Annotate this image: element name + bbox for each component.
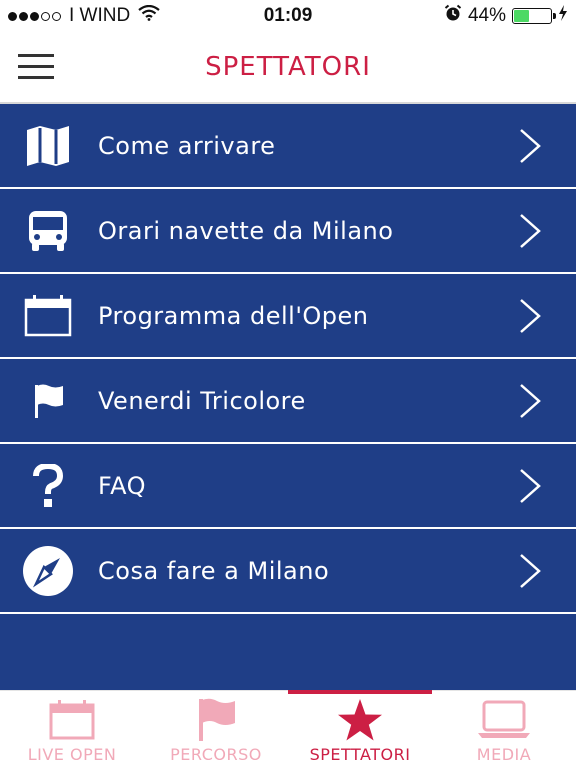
- battery-percent: 44%: [467, 5, 506, 26]
- spectator-menu: Come arrivare Orari navette da Milano Pr…: [0, 104, 576, 690]
- menu-item-label: Venerdi Tricolore: [98, 386, 306, 415]
- calendar-icon: [0, 697, 144, 743]
- menu-item-label: Come arrivare: [98, 131, 276, 160]
- page-title: SPETTATORI: [205, 52, 371, 82]
- tab-live-open[interactable]: LIVE OPEN: [0, 691, 144, 769]
- menu-item-come-arrivare[interactable]: Come arrivare: [0, 104, 576, 189]
- flag-icon: [22, 377, 74, 425]
- menu-item-orari-navette[interactable]: Orari navette da Milano: [0, 189, 576, 274]
- chevron-right-icon: [518, 383, 542, 419]
- compass-icon: [22, 545, 74, 596]
- chevron-right-icon: [518, 298, 542, 334]
- menu-item-label: Orari navette da Milano: [98, 216, 394, 245]
- menu-item-faq[interactable]: FAQ: [0, 444, 576, 529]
- bottom-tab-bar: LIVE OPEN PERCORSO SPETTATORI MEDIA: [0, 690, 576, 768]
- menu-item-programma[interactable]: Programma dell'Open: [0, 274, 576, 359]
- status-right: 44%: [444, 4, 568, 28]
- tab-media[interactable]: MEDIA: [432, 691, 576, 769]
- status-bar: I WIND 01:09 44%: [0, 0, 576, 32]
- laptop-icon: [432, 697, 576, 743]
- star-icon: [288, 697, 432, 743]
- chevron-right-icon: [518, 213, 542, 249]
- chevron-right-icon: [518, 553, 542, 589]
- menu-item-venerdi-tricolore[interactable]: Venerdi Tricolore: [0, 359, 576, 444]
- flag-icon: [144, 697, 288, 743]
- battery-fill: [514, 10, 529, 22]
- question-icon: [22, 462, 74, 510]
- map-icon: [22, 122, 74, 170]
- chevron-right-icon: [518, 468, 542, 504]
- menu-item-label: Programma dell'Open: [98, 301, 369, 330]
- app-header: SPETTATORI: [0, 32, 576, 104]
- alarm-icon: [444, 4, 462, 28]
- menu-item-label: FAQ: [98, 471, 146, 500]
- menu-item-label: Cosa fare a Milano: [98, 556, 330, 585]
- tab-spettatori[interactable]: SPETTATORI: [288, 690, 432, 769]
- charging-icon: [558, 5, 568, 27]
- menu-item-cosa-fare[interactable]: Cosa fare a Milano: [0, 529, 576, 614]
- battery-icon: [512, 8, 556, 24]
- tab-percorso[interactable]: PERCORSO: [144, 691, 288, 769]
- chevron-right-icon: [518, 128, 542, 164]
- tab-label: PERCORSO: [170, 745, 262, 764]
- tab-label: SPETTATORI: [309, 745, 411, 764]
- tab-label: MEDIA: [476, 745, 532, 764]
- bus-icon: [22, 207, 74, 255]
- calendar-icon: [22, 292, 74, 340]
- tab-label: LIVE OPEN: [27, 745, 117, 764]
